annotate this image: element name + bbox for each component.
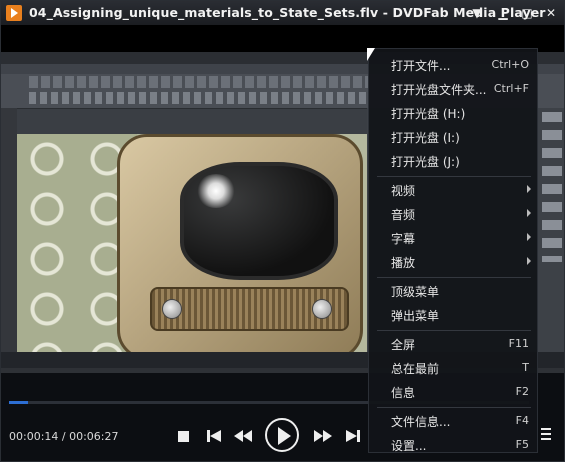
time-display: 00:00:14 / 00:06:27 bbox=[9, 430, 119, 443]
menu-item-playback[interactable]: 播放 bbox=[369, 250, 539, 274]
seek-progress bbox=[9, 401, 28, 404]
next-button[interactable] bbox=[346, 428, 360, 444]
menu-item-open-disc-h[interactable]: 打开光盘 (H:) bbox=[369, 101, 539, 125]
skip-previous-icon bbox=[207, 430, 221, 442]
title-bar[interactable]: 04_Assigning_unique_materials_to_State_S… bbox=[1, 1, 564, 26]
menu-item-info[interactable]: 信息 F2 bbox=[369, 380, 539, 404]
mouse-cursor-icon bbox=[367, 48, 375, 61]
rewind-button[interactable] bbox=[234, 428, 252, 444]
rewind-icon bbox=[234, 430, 252, 442]
menu-item-open-disc-i[interactable]: 打开光盘 (I:) bbox=[369, 125, 539, 149]
options-dropdown-icon[interactable]: ▼ bbox=[469, 5, 485, 21]
fast-forward-icon bbox=[314, 430, 332, 442]
stop-button[interactable] bbox=[178, 431, 189, 442]
player-window: 04_Assigning_unique_materials_to_State_S… bbox=[0, 0, 565, 462]
skip-next-icon bbox=[346, 430, 360, 442]
submenu-arrow-icon bbox=[527, 185, 531, 193]
menu-separator bbox=[377, 277, 531, 278]
close-button[interactable]: ✕ bbox=[543, 5, 559, 21]
fast-forward-button[interactable] bbox=[314, 428, 332, 444]
menu-item-file-info[interactable]: 文件信息... F4 bbox=[369, 409, 539, 433]
playlist-menu-icon[interactable] bbox=[541, 428, 551, 442]
menu-item-open-file[interactable]: 打开文件... Ctrl+O bbox=[369, 53, 539, 77]
menu-item-settings[interactable]: 设置... F5 bbox=[369, 433, 539, 457]
submenu-arrow-icon bbox=[527, 209, 531, 217]
menu-separator bbox=[377, 176, 531, 177]
app-logo-icon bbox=[6, 5, 22, 21]
submenu-arrow-icon bbox=[527, 257, 531, 265]
menu-item-open-disc-j[interactable]: 打开光盘 (J:) bbox=[369, 149, 539, 173]
submenu-arrow-icon bbox=[527, 233, 531, 241]
menu-item-audio[interactable]: 音频 bbox=[369, 202, 539, 226]
menu-item-video[interactable]: 视频 bbox=[369, 178, 539, 202]
maximize-button[interactable]: □ bbox=[519, 5, 535, 21]
menu-separator bbox=[377, 407, 531, 408]
play-button[interactable] bbox=[265, 418, 299, 452]
video-viewport-image bbox=[17, 134, 367, 373]
context-menu: 打开文件... Ctrl+O 打开光盘文件夹... Ctrl+F 打开光盘 (H:)… bbox=[368, 48, 538, 453]
menu-separator bbox=[377, 330, 531, 331]
previous-button[interactable] bbox=[207, 428, 221, 444]
menu-item-fullscreen[interactable]: 全屏 F11 bbox=[369, 332, 539, 356]
menu-item-subtitles[interactable]: 字幕 bbox=[369, 226, 539, 250]
minimize-button[interactable]: ▁ bbox=[495, 5, 511, 21]
menu-item-always-on-top[interactable]: 总在最前 T bbox=[369, 356, 539, 380]
tv-image bbox=[117, 134, 363, 360]
menu-item-top-menu[interactable]: 顶级菜单 bbox=[369, 279, 539, 303]
menu-item-open-disc-folder[interactable]: 打开光盘文件夹... Ctrl+F bbox=[369, 77, 539, 101]
menu-item-popup-menu[interactable]: 弹出菜单 bbox=[369, 303, 539, 327]
